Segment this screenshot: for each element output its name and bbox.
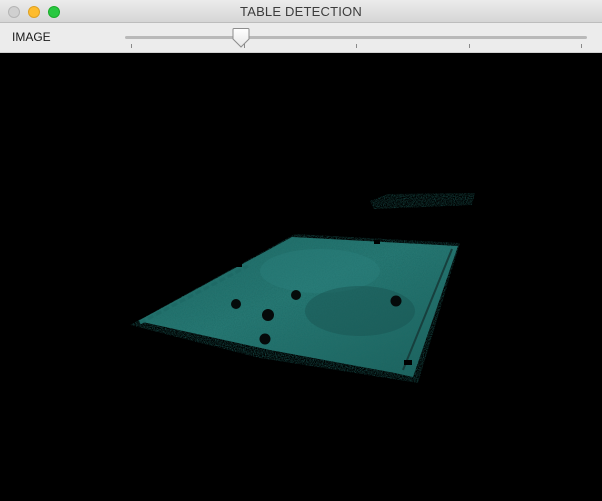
- pool-table-felt: [130, 234, 460, 383]
- slider-thumb[interactable]: [232, 27, 250, 49]
- slider-tick: [244, 44, 245, 48]
- slider-tick: [581, 44, 582, 48]
- trackbar-label: IMAGE: [12, 30, 51, 44]
- slider-tick: [469, 44, 470, 48]
- trackbar-toolbar: IMAGE: [0, 23, 602, 53]
- title-bar[interactable]: TABLE DETECTION: [0, 0, 602, 23]
- app-window: TABLE DETECTION IMAGE: [0, 0, 602, 501]
- image-canvas[interactable]: [0, 53, 602, 501]
- slider-track[interactable]: [125, 36, 587, 39]
- slider-tick: [131, 44, 132, 48]
- window-title: TABLE DETECTION: [240, 4, 362, 19]
- image-trackbar[interactable]: [125, 28, 587, 49]
- pool-table-image: [130, 193, 475, 383]
- slider-tick: [356, 44, 357, 48]
- far-rail-speckle: [370, 193, 475, 209]
